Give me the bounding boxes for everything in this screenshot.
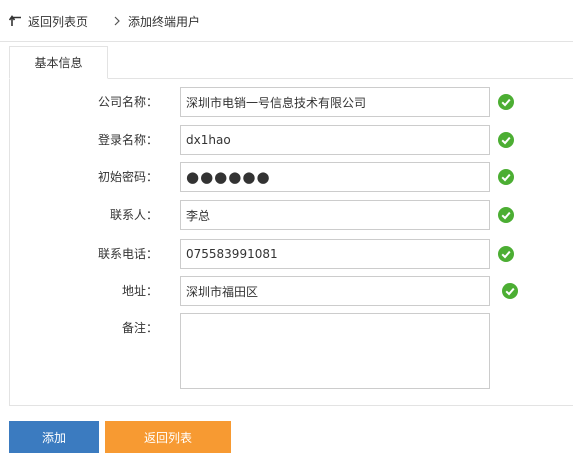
login-name-label: 登录名称： (97, 133, 158, 147)
initial-password-label: 初始密码： (97, 170, 158, 184)
phone-input[interactable] (180, 239, 490, 269)
company-name-label: 公司名称： (97, 95, 158, 109)
phone-label: 联系电话： (97, 247, 158, 261)
address-input[interactable] (180, 276, 490, 306)
check-circle-icon (502, 283, 518, 299)
initial-password-input[interactable] (180, 162, 490, 192)
contact-input[interactable] (180, 200, 490, 230)
page-title: 添加终端用户 (128, 14, 201, 29)
check-circle-icon (498, 169, 514, 185)
check-circle-icon (498, 207, 514, 223)
address-label: 地址： (121, 284, 158, 298)
top-bar: 返回列表页 添加终端用户 (0, 0, 573, 42)
contact-label: 联系人： (109, 208, 158, 222)
add-button[interactable]: 添加 (9, 421, 99, 453)
back-to-list-button[interactable]: 返回列表 (105, 421, 231, 453)
remark-label: 备注： (121, 321, 158, 335)
breadcrumb: 添加终端用户 (113, 12, 200, 30)
company-name-input[interactable] (180, 87, 490, 117)
return-arrow-icon (9, 15, 21, 26)
back-to-list-link[interactable]: 返回列表页 (9, 12, 88, 30)
remark-textarea[interactable] (180, 313, 490, 389)
check-circle-icon (498, 132, 514, 148)
back-link-label: 返回列表页 (28, 14, 89, 29)
tab-basic-info[interactable]: 基本信息 (9, 46, 108, 79)
chevron-right-icon (114, 16, 120, 26)
check-circle-icon (498, 94, 514, 110)
login-name-input[interactable] (180, 125, 490, 155)
check-circle-icon (498, 246, 514, 262)
